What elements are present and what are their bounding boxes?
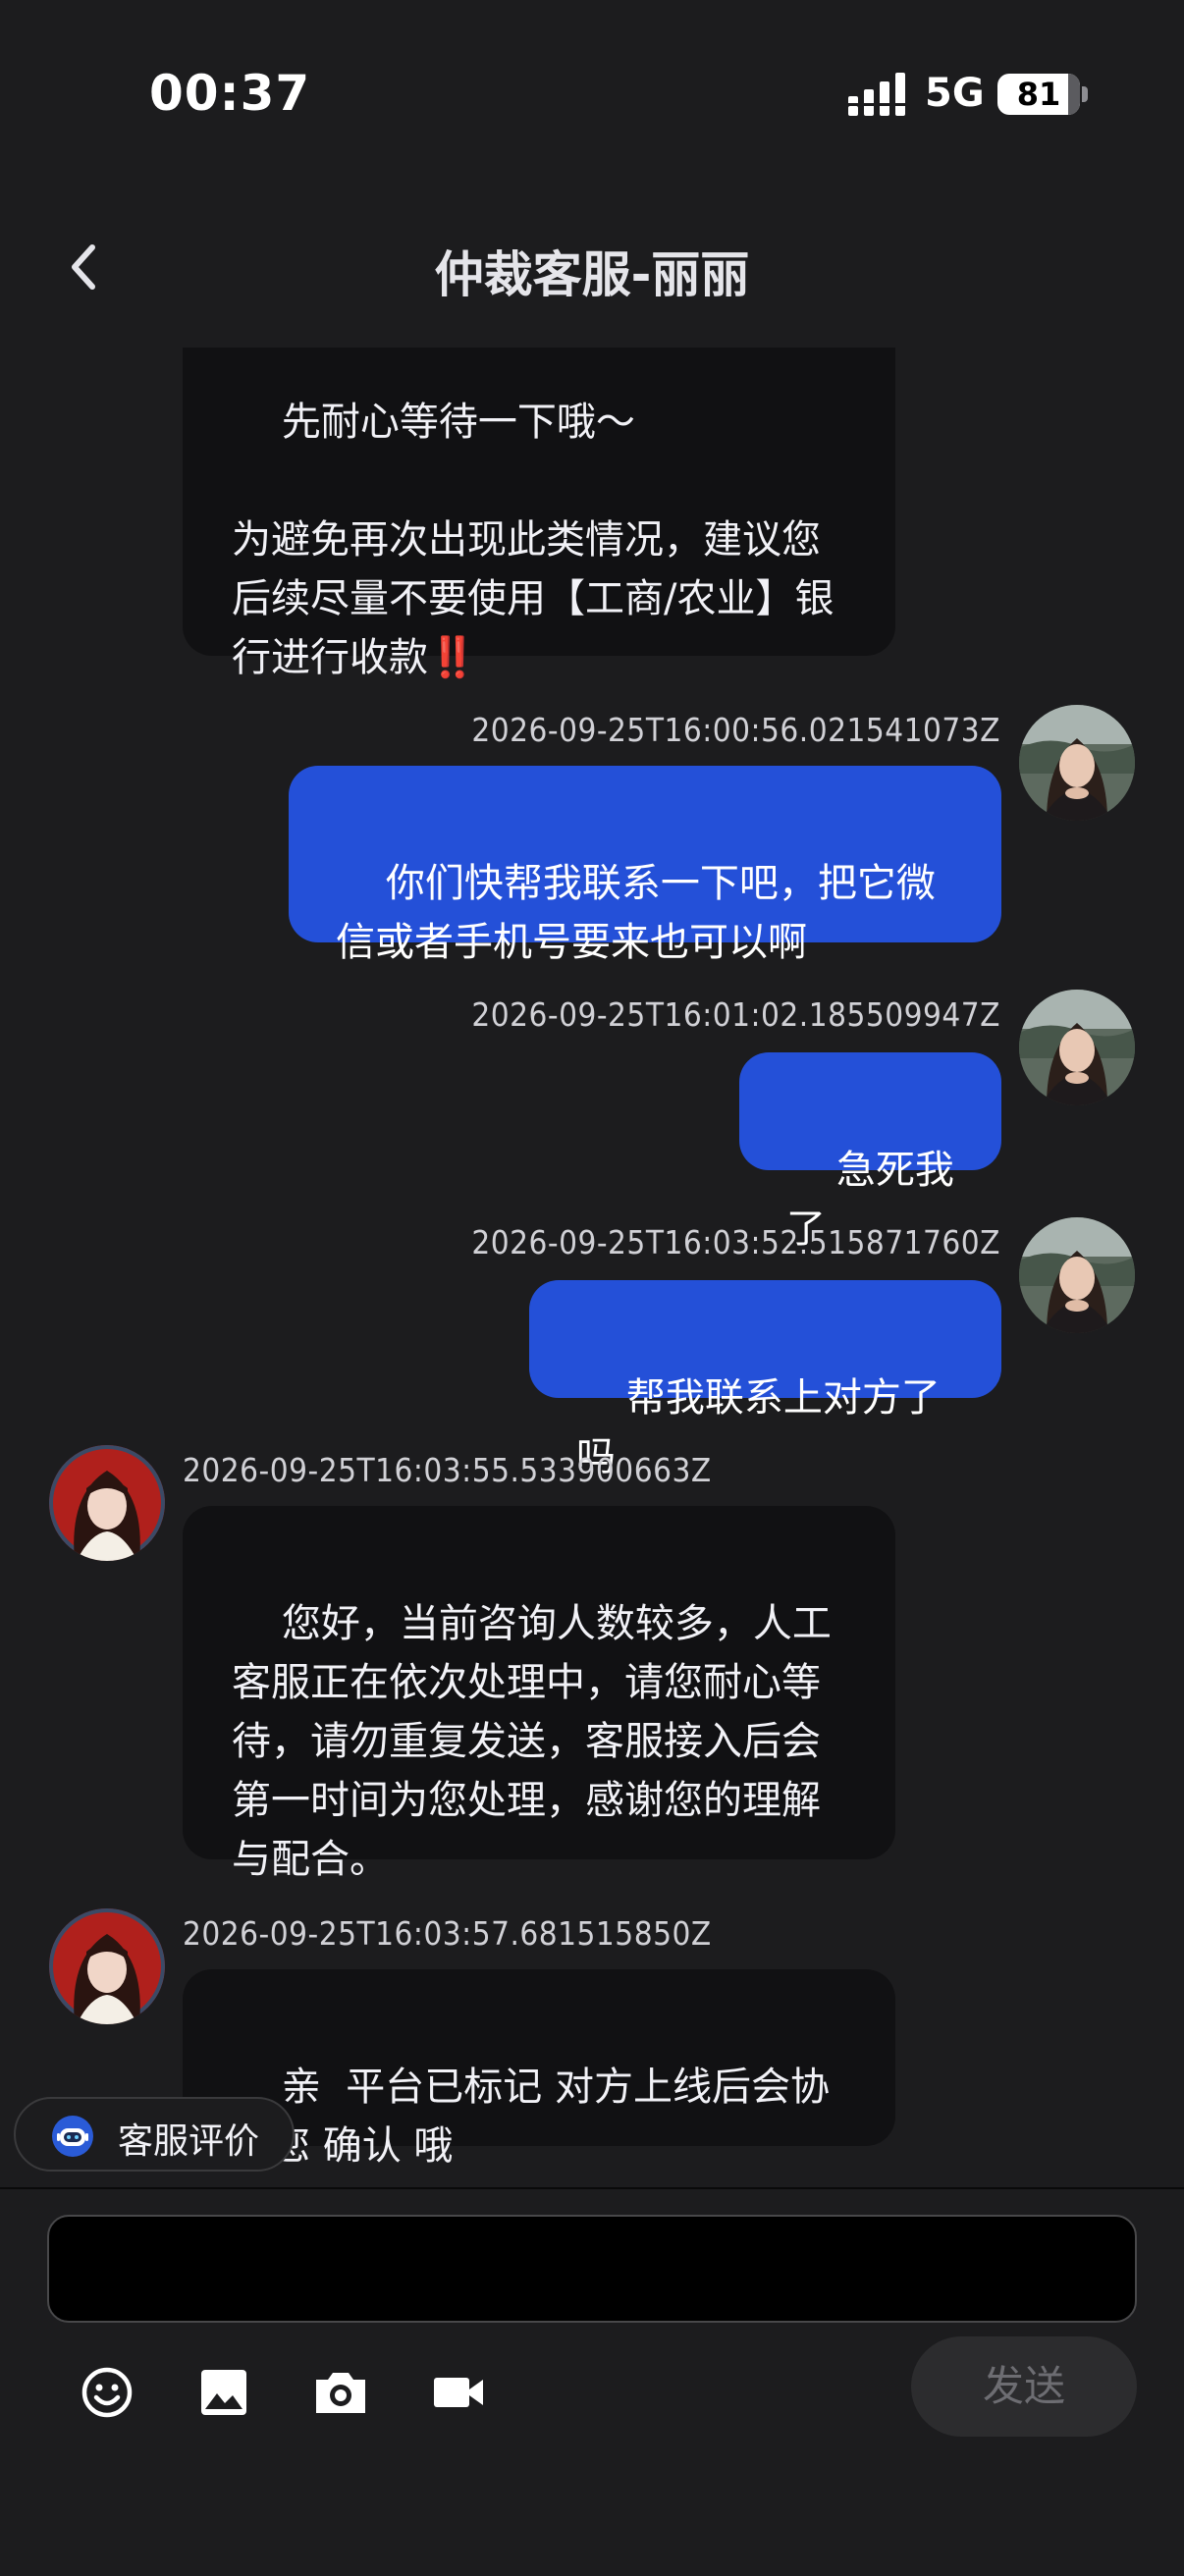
user-avatar[interactable] [1019,1217,1135,1333]
network-type: 5G [925,71,985,116]
agent-avatar[interactable] [49,1908,165,2024]
message-input[interactable] [47,2215,1137,2323]
nav-bar: 仲裁客服-丽丽 [0,187,1184,348]
message-bubble-outgoing: 急死我了 [739,1052,1001,1252]
double-exclamation-icon: ‼️ [428,635,477,680]
message-text: 亲 平台已标记 对方上线后会协助您 确认 哦 [232,2065,831,2169]
chat-title: 仲裁客服-丽丽 [434,246,750,303]
robot-icon [52,2116,93,2157]
emoji-icon[interactable] [73,2358,141,2427]
battery-level: 81 [1016,76,1061,113]
message-text: 你们快帮我联系一下吧，把它微信或者手机号要来也可以啊 [336,861,936,965]
message-bubble-incoming: 先耐心等待一下哦～ 为避免再次出现此类情况，建议您后续尽量不要使用【工商/农业】… [183,348,895,680]
service-rating-button[interactable]: 客服评价 [14,2097,295,2172]
message-bubble-outgoing: 你们快帮我联系一下吧，把它微信或者手机号要来也可以啊 [289,766,1001,965]
status-bar: 00:37 5G 81 [0,0,1184,187]
message-text: 先耐心等待一下哦～ 为避免再次出现此类情况，建议您后续尽量不要使用【工商/农业】… [232,400,834,680]
send-button[interactable]: 发送 [911,2336,1137,2437]
user-avatar[interactable] [1019,705,1135,821]
message-timestamp: 2026-09-25T16:03:52.515871760Z [471,1223,1000,1261]
agent-avatar[interactable] [49,1445,165,1561]
battery-indicator: 81 [997,74,1080,115]
user-avatar[interactable] [1019,990,1135,1105]
battery-terminal [1082,86,1088,102]
signal-strength-icon [848,73,905,116]
message-timestamp: 2026-09-25T16:01:02.185509947Z [471,995,1000,1034]
message-text: 您好，当前咨询人数较多，人工客服正在依次处理中，请您耐心等待，请勿重复发送，客服… [232,1601,832,1882]
image-icon[interactable] [189,2358,258,2427]
video-icon[interactable] [424,2358,493,2427]
message-timestamp: 2026-09-25T16:03:57.681515850Z [183,1914,712,1953]
message-bubble-incoming: 您好，当前咨询人数较多，人工客服正在依次处理中，请您耐心等待，请勿重复发送，客服… [183,1506,895,1882]
message-timestamp: 2026-09-25T16:00:56.021541073Z [471,711,1000,749]
message-list[interactable]: 先耐心等待一下哦～ 为避免再次出现此类情况，建议您后续尽量不要使用【工商/农业】… [0,348,1184,2187]
composer: 发送 [0,2187,1184,2576]
camera-icon[interactable] [306,2358,375,2427]
battery-empty-segment [1068,74,1080,115]
status-time: 00:37 [149,65,311,122]
message-timestamp: 2026-09-25T16:03:55.533900663Z [183,1451,712,1489]
service-rating-label: 客服评价 [118,2121,260,2162]
message-bubble-outgoing: 帮我联系上对方了吗 [529,1280,1001,1479]
